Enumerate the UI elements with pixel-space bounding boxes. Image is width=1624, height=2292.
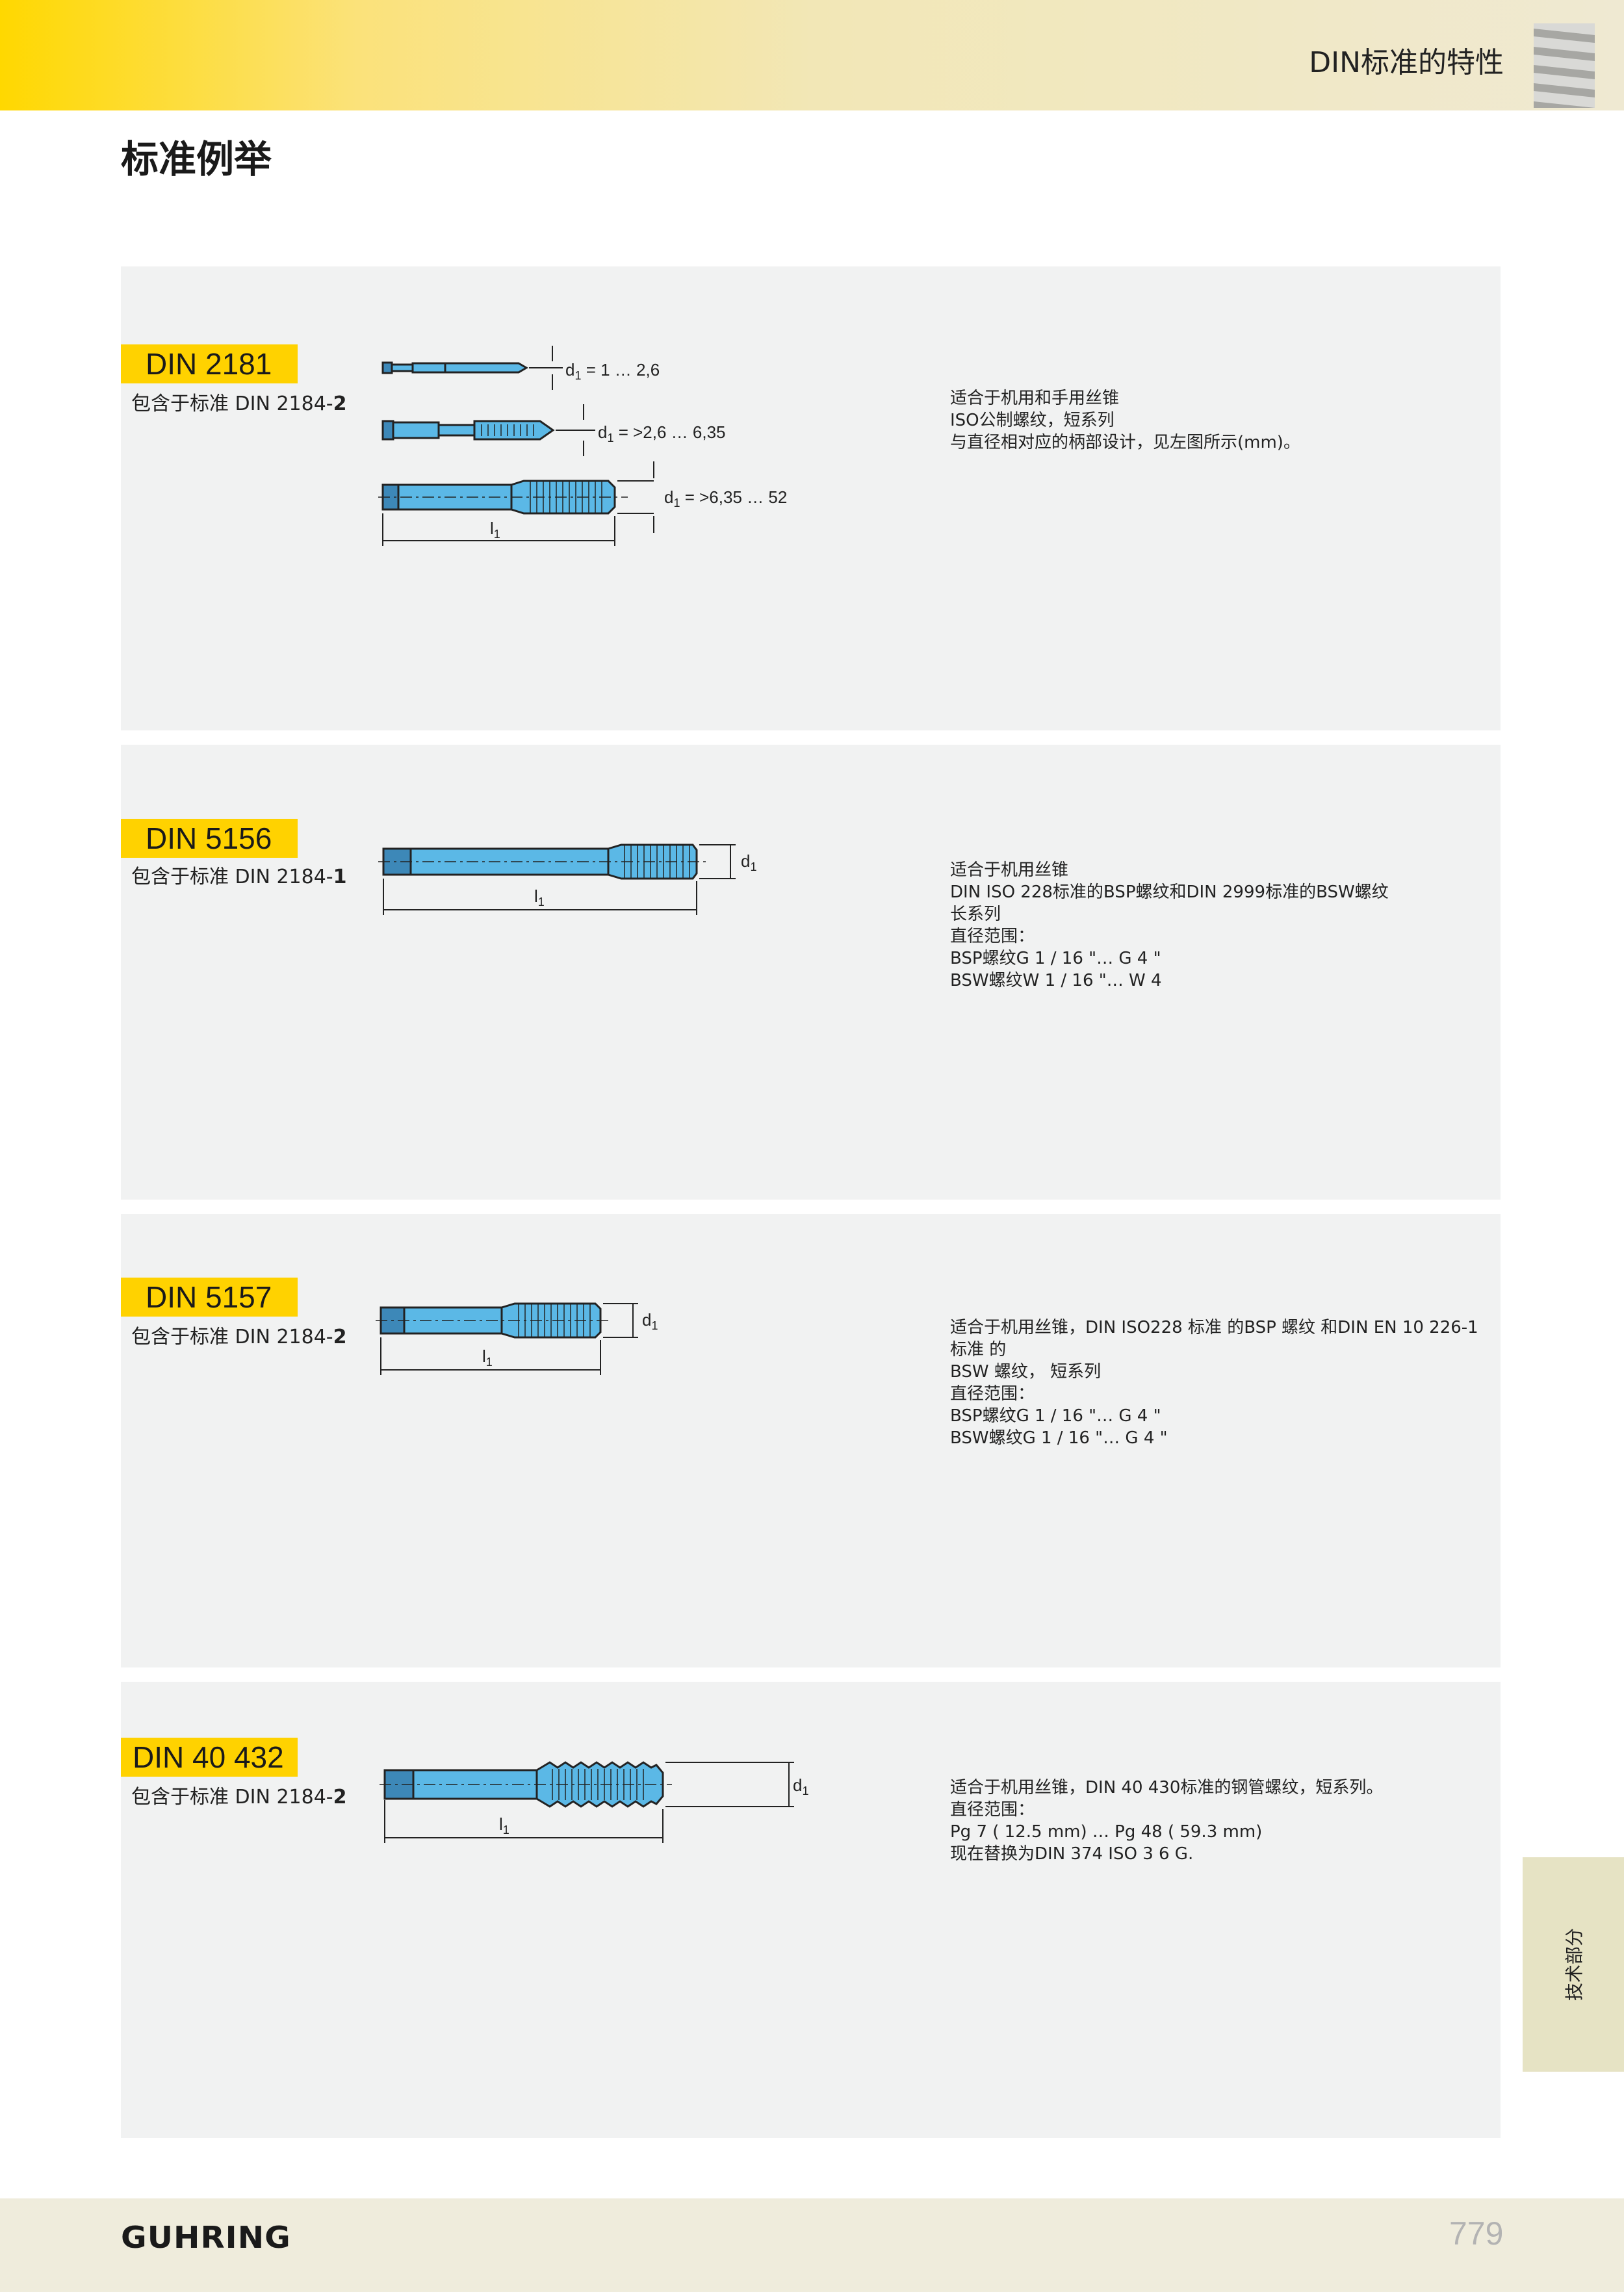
description: 适合于机用和手用丝锥 ISO公制螺纹，短系列 与直径相对应的柄部设计，见左图所示…	[950, 389, 1300, 452]
description: 适合于机用丝锥，DIN 40 430标准的钢管螺纹，短系列。 直径范围： Pg …	[950, 1778, 1384, 1864]
guhring-logo: GUHRING	[121, 2220, 291, 2255]
svg-text:l1: l1	[534, 886, 545, 908]
page-number: 779	[1449, 2215, 1504, 2252]
svg-text:d1: d1	[642, 1310, 658, 1332]
tap-drawing-din-5156: d1 l1	[378, 843, 756, 915]
side-tab-technical[interactable]: 技术部分	[1523, 1857, 1624, 2072]
dim-label-d1: d1 = 1 … 2,6	[565, 360, 660, 382]
svg-text:l1: l1	[499, 1814, 509, 1836]
panel-din-2181: DIN 2181 包含于标准 DIN 2184-2 d1 = 1 … 2,6 d…	[121, 266, 1501, 730]
description: 适合于机用丝锥 DIN ISO 228标准的BSP螺纹和DIN 2999标准的B…	[950, 860, 1389, 990]
dim-label-l1: l1	[490, 519, 500, 541]
tap-drawing-din-5157: d1 l1	[376, 1302, 658, 1375]
svg-text:d1 = >6,35 … 52: d1 = >6,35 … 52	[664, 487, 787, 509]
page-title: 标准例举	[121, 137, 272, 181]
panel-din-40432: DIN 40 432 包含于标准 DIN 2184-2 d1 l1 适合于机用丝…	[121, 1682, 1501, 2138]
header-title: DIN标准的特性	[1309, 46, 1504, 79]
svg-text:d1: d1	[793, 1775, 808, 1797]
panel-din-5156: DIN 5156 包含于标准 DIN 2184-1 d1 l1 适合于机用丝锥 …	[121, 745, 1501, 1200]
svg-text:d1 = >2,6 … 6,35: d1 = >2,6 … 6,35	[598, 422, 726, 444]
tap-small	[381, 361, 528, 374]
svg-text:d1: d1	[741, 851, 756, 873]
side-tab-label: 技术部分	[1564, 1927, 1585, 2002]
svg-text:l1: l1	[482, 1346, 493, 1369]
thread-icon	[1534, 23, 1595, 108]
description: 适合于机用丝锥，DIN ISO228 标准 的BSP 螺纹 和DIN EN 10…	[950, 1318, 1478, 1448]
tap-drawing-din-40432: d1 l1	[380, 1761, 808, 1843]
tap-drawing-din-2181: d1 = 1 … 2,6 d1 = >2,6 … 6,35 d1 = >6,35…	[378, 346, 787, 546]
panel-din-5157: DIN 5157 包含于标准 DIN 2184-2 d1 l1 适合于机用丝锥，…	[121, 1214, 1501, 1667]
